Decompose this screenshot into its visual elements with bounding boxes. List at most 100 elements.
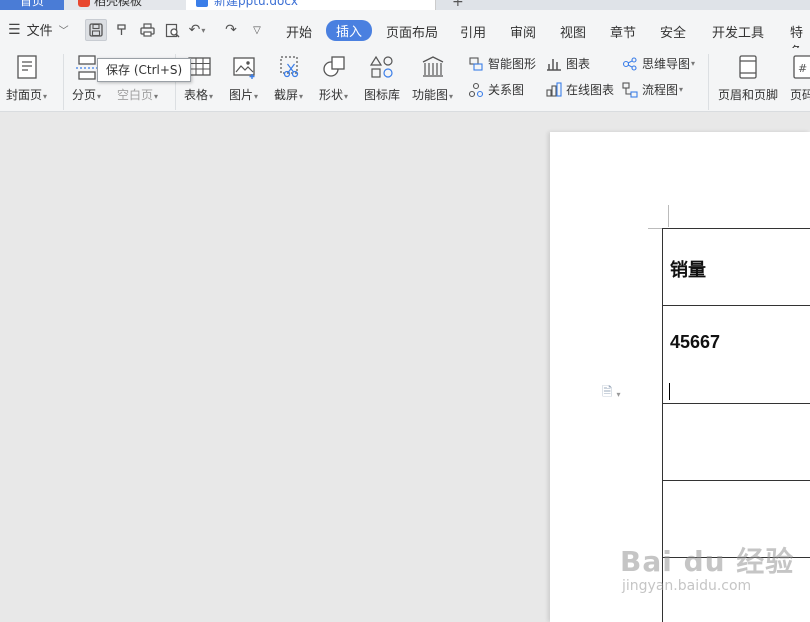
tab-insert[interactable]: 插入 xyxy=(326,20,373,41)
print-button[interactable] xyxy=(136,19,158,41)
bar-chart-icon xyxy=(546,56,562,72)
save-icon xyxy=(89,23,103,37)
crop-mark xyxy=(648,228,662,229)
flowchart-icon xyxy=(622,81,638,98)
table-cell-sales-value[interactable]: 45667 xyxy=(670,332,720,353)
hamburger-icon: ☰ xyxy=(8,21,21,38)
table-cell-sales-header[interactable]: 销量 xyxy=(670,256,706,282)
print-preview-icon xyxy=(165,23,179,37)
chart-label: 图表 xyxy=(566,57,591,71)
page-break-label: 分页▾ xyxy=(72,88,102,102)
online-chart-icon xyxy=(546,81,562,98)
page-number-label: 页码 xyxy=(790,88,810,102)
online-chart-button[interactable]: 在线图表 xyxy=(546,81,614,98)
watermark-url: jingyan.baidu.com xyxy=(622,578,752,594)
tab-strip: 首页 稻壳模板 新建pptu.docx + xyxy=(0,0,810,10)
relation-chart-button[interactable]: 关系图 xyxy=(468,81,524,98)
tab-start[interactable]: 开始 xyxy=(286,22,312,41)
shape-icon xyxy=(321,54,347,80)
text-cursor xyxy=(669,383,670,400)
header-footer-label: 页眉和页脚 xyxy=(718,88,779,102)
tab-page-layout[interactable]: 页面布局 xyxy=(386,22,438,41)
smart-art-icon xyxy=(468,56,484,72)
save-button[interactable] xyxy=(85,19,107,41)
tab-security[interactable]: 安全 xyxy=(660,22,686,41)
watermark-logo: Bai du 经验 xyxy=(620,545,795,578)
shape-label: 形状▾ xyxy=(319,88,349,102)
function-chart-button[interactable]: 功能图▾ xyxy=(412,54,453,103)
screenshot-icon xyxy=(276,54,302,80)
tab-home[interactable]: 首页 xyxy=(0,0,64,10)
page-number-button[interactable]: # 页码 xyxy=(790,54,810,103)
cover-page-button[interactable]: 封面页▾ xyxy=(6,54,47,103)
table-row[interactable]: 45667 xyxy=(663,305,810,403)
chevron-down-icon: ▾ xyxy=(616,389,621,399)
picture-label: 图片▾ xyxy=(229,88,259,102)
chevron-down-icon: ﹀ xyxy=(58,26,69,37)
relation-chart-icon xyxy=(468,82,484,98)
ribbon-separator xyxy=(708,54,709,110)
mind-map-icon xyxy=(622,56,638,72)
file-menu-label: 文件 xyxy=(26,24,53,39)
picture-icon xyxy=(231,54,257,80)
save-tooltip: 保存 (Ctrl+S) xyxy=(97,58,192,82)
online-chart-label: 在线图表 xyxy=(566,83,615,97)
page-break-icon xyxy=(74,54,100,80)
page-number-icon: # xyxy=(790,54,810,80)
svg-text:#: # xyxy=(798,62,807,75)
picture-button[interactable]: 图片▾ xyxy=(229,54,258,103)
icon-library-label: 图标库 xyxy=(364,88,401,102)
crop-mark xyxy=(668,205,669,227)
flowchart-button[interactable]: 流程图 ▾ xyxy=(622,81,683,98)
tab-references[interactable]: 引用 xyxy=(460,22,486,41)
tab-document[interactable]: 新建pptu.docx xyxy=(186,0,436,10)
function-chart-label: 功能图▾ xyxy=(412,88,454,102)
menu-bar: ☰ 文件 ﹀ ↶ ▾ ↷ ▽ 开始 插入 页面布局 引用 审阅 视图 章节 安全 … xyxy=(0,10,810,60)
screenshot-button[interactable]: 截屏▾ xyxy=(274,54,303,103)
undo-dropdown-icon: ▾ xyxy=(201,25,206,35)
tab-review[interactable]: 审阅 xyxy=(510,22,536,41)
table-row[interactable]: 销量 xyxy=(663,228,810,305)
print-preview-button[interactable] xyxy=(161,19,183,41)
tab-sections[interactable]: 章节 xyxy=(610,22,636,41)
undo-button[interactable]: ↶ ▾ xyxy=(186,19,208,41)
tab-template[interactable]: 稻壳模板 xyxy=(64,0,186,10)
docer-logo-icon xyxy=(78,0,90,7)
chevron-down-icon: ▽ xyxy=(253,24,261,36)
customize-toolbar-button[interactable]: ▽ xyxy=(246,19,268,41)
cover-page-label: 封面页▾ xyxy=(6,88,48,102)
tab-template-label: 稻壳模板 xyxy=(94,0,143,8)
icon-library-button[interactable]: 图标库 xyxy=(364,54,400,103)
header-footer-button[interactable]: 页眉和页脚 xyxy=(718,54,778,103)
shape-button[interactable]: 形状▾ xyxy=(319,54,348,103)
tab-view[interactable]: 视图 xyxy=(560,22,586,41)
screenshot-label: 截屏▾ xyxy=(274,88,304,102)
smart-art-button[interactable]: 智能图形 xyxy=(468,55,536,72)
relation-chart-label: 关系图 xyxy=(488,83,525,97)
cover-page-icon xyxy=(14,54,40,80)
blank-page-label: 空白页▾ xyxy=(117,88,159,102)
writer-logo-icon xyxy=(196,0,208,7)
tab-developer[interactable]: 开发工具 xyxy=(712,22,764,41)
chart-button[interactable]: 图表 xyxy=(546,55,590,72)
file-menu[interactable]: ☰ 文件 ﹀ xyxy=(8,20,69,40)
format-painter-icon xyxy=(117,24,126,35)
baidu-watermark: Bai du 经验 jingyan.baidu.com xyxy=(620,540,794,594)
tab-document-label: 新建pptu.docx xyxy=(214,0,299,8)
format-painter-button[interactable] xyxy=(111,19,133,41)
redo-icon: ↷ xyxy=(225,22,237,38)
mind-map-label: 思维导图 xyxy=(642,57,691,71)
header-footer-icon xyxy=(735,54,761,80)
print-icon xyxy=(139,23,155,37)
paragraph-layout-button[interactable]: 🗎 ▾ xyxy=(602,383,620,405)
smart-art-label: 智能图形 xyxy=(488,57,537,71)
redo-button[interactable]: ↷ xyxy=(220,19,242,41)
flowchart-label: 流程图 xyxy=(642,83,679,97)
new-tab-button[interactable]: + xyxy=(452,0,464,10)
icon-library-icon xyxy=(369,54,395,80)
document-icon: 🗎 xyxy=(602,385,613,400)
undo-icon: ↶ xyxy=(188,22,201,38)
ribbon-separator xyxy=(63,54,64,110)
mind-map-button[interactable]: 思维导图 ▾ xyxy=(622,55,695,72)
table-row[interactable] xyxy=(663,403,810,480)
